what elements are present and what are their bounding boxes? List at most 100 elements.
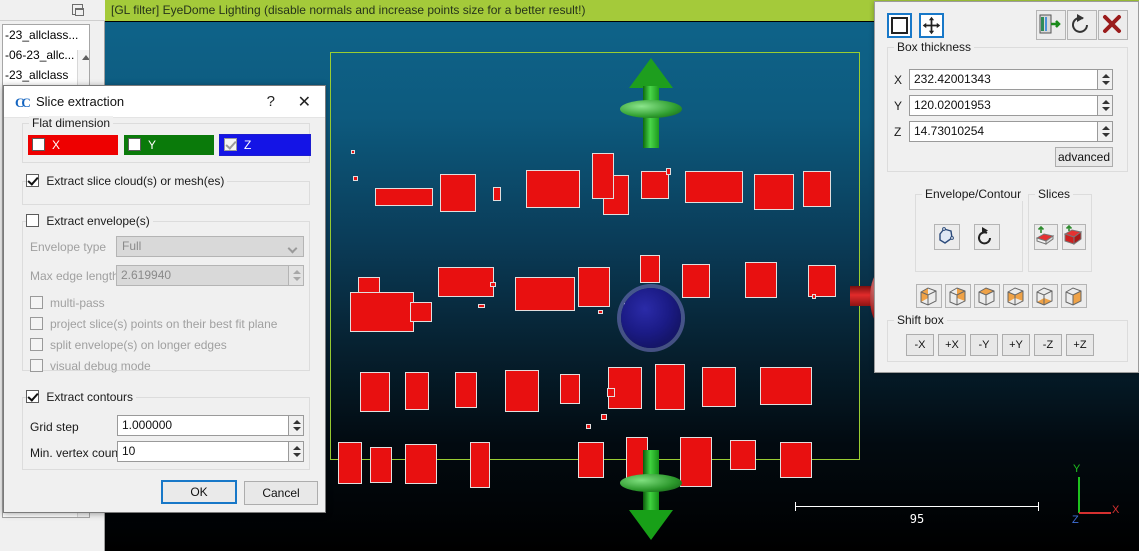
shift-box-button-minus-x[interactable]: -X bbox=[906, 334, 934, 356]
export-multiple-slices-icon[interactable] bbox=[1062, 224, 1086, 250]
shift-box-button-plusminus-y[interactable]: +Y bbox=[1002, 334, 1030, 356]
close-icon[interactable]: ✕ bbox=[298, 92, 311, 111]
stepper-up-icon[interactable] bbox=[293, 446, 301, 450]
extract-envelope-icon[interactable] bbox=[934, 224, 960, 250]
slice-extraction-dialog[interactable]: CC Slice extraction ? ✕ Flat dimension X… bbox=[3, 85, 326, 513]
restore-last-icon[interactable] bbox=[1067, 10, 1097, 40]
split-envelopes-row[interactable]: split envelope(s) on longer edges bbox=[30, 338, 227, 352]
building-footprint bbox=[526, 170, 580, 208]
stepper-up-icon[interactable] bbox=[293, 270, 301, 274]
stepper-up-icon[interactable] bbox=[1102, 100, 1110, 104]
box-thickness-z-label: Z bbox=[894, 125, 902, 139]
cube-face-front-icon[interactable] bbox=[974, 284, 1000, 308]
shift-box-button-plusminus-x[interactable]: +X bbox=[938, 334, 966, 356]
project-slice-points-row[interactable]: project slice(s) points on their best fi… bbox=[30, 317, 277, 331]
visual-debug-mode-checkbox[interactable] bbox=[30, 359, 43, 372]
scroll-up-arrow-icon[interactable] bbox=[82, 55, 89, 60]
building-footprint bbox=[745, 262, 777, 298]
box-thickness-y-input[interactable]: 120.02001953 bbox=[909, 95, 1098, 116]
point-cloud-debris bbox=[601, 414, 607, 420]
grid-step-input[interactable]: 1.000000 bbox=[117, 415, 289, 436]
max-edge-length-input[interactable]: 2.619940 bbox=[116, 265, 289, 286]
building-footprint bbox=[560, 374, 580, 404]
stepper-down-icon[interactable] bbox=[293, 277, 301, 281]
grid-step-label: Grid step bbox=[30, 420, 79, 434]
envelope-type-label: Envelope type bbox=[30, 240, 107, 254]
box-handle-arrow-up[interactable] bbox=[620, 58, 682, 148]
flat-dimension-z-button[interactable]: Z bbox=[219, 134, 311, 156]
min-vertex-count-stepper[interactable] bbox=[289, 441, 304, 462]
shift-box-button-minus-z[interactable]: -Z bbox=[1034, 334, 1062, 356]
extract-envelopes-checkbox[interactable] bbox=[26, 214, 39, 227]
extract-slice-checkbox-row[interactable]: Extract slice cloud(s) or mesh(es) bbox=[26, 174, 228, 188]
export-section-icon[interactable] bbox=[1036, 10, 1066, 40]
stepper-up-icon[interactable] bbox=[293, 420, 301, 424]
split-envelopes-label: split envelope(s) on longer edges bbox=[50, 338, 227, 352]
box-select-icon[interactable] bbox=[887, 13, 912, 38]
extract-slice-checkbox[interactable] bbox=[26, 174, 39, 187]
max-edge-length-stepper[interactable] bbox=[289, 265, 304, 286]
cube-face-bottom-icon[interactable] bbox=[1032, 284, 1058, 308]
dialog-title-bar[interactable]: CC Slice extraction ? ✕ bbox=[4, 86, 325, 118]
box-thickness-y-stepper[interactable] bbox=[1098, 95, 1113, 116]
project-slice-points-checkbox[interactable] bbox=[30, 317, 43, 330]
flat-dimension-x-checkbox[interactable] bbox=[32, 138, 45, 151]
box-thickness-z-stepper[interactable] bbox=[1098, 121, 1113, 142]
advanced-button[interactable]: advanced bbox=[1055, 147, 1113, 167]
stepper-down-icon[interactable] bbox=[293, 453, 301, 457]
cross-section-panel[interactable]: Box thickness X 232.42001343 Y 120.02001… bbox=[874, 1, 1139, 373]
cube-face-left-icon[interactable] bbox=[916, 284, 942, 308]
grid-step-stepper[interactable] bbox=[289, 415, 304, 436]
export-slice-icon[interactable] bbox=[1034, 224, 1058, 250]
box-thickness-z-input[interactable]: 14.73010254 bbox=[909, 121, 1098, 142]
box-thickness-x-input[interactable]: 232.42001343 bbox=[909, 69, 1098, 90]
help-icon[interactable]: ? bbox=[267, 93, 275, 110]
stepper-down-icon[interactable] bbox=[293, 427, 301, 431]
flat-dimension-y-checkbox[interactable] bbox=[128, 138, 141, 151]
stepper-down-icon[interactable] bbox=[1102, 81, 1110, 85]
split-envelopes-checkbox[interactable] bbox=[30, 338, 43, 351]
extract-envelopes-checkbox-row[interactable]: Extract envelope(s) bbox=[26, 214, 153, 228]
shift-box-button-plusminus-z[interactable]: +Z bbox=[1066, 334, 1094, 356]
scale-bar-label: 95 bbox=[909, 512, 925, 526]
stepper-up-icon[interactable] bbox=[1102, 126, 1110, 130]
list-item[interactable]: -23_allclass... bbox=[3, 25, 89, 45]
building-footprint bbox=[685, 171, 743, 203]
stepper-up-icon[interactable] bbox=[1102, 74, 1110, 78]
stepper-down-icon[interactable] bbox=[1102, 133, 1110, 137]
cube-face-top-icon[interactable] bbox=[1003, 284, 1029, 308]
cube-face-right-icon[interactable] bbox=[945, 284, 971, 308]
arrow-down-disc-handle[interactable] bbox=[620, 474, 682, 492]
grid-step-value: 1.000000 bbox=[122, 418, 173, 432]
flat-dimension-y-button[interactable]: Y bbox=[124, 135, 214, 155]
multi-pass-row[interactable]: multi-pass bbox=[30, 296, 105, 310]
visual-debug-mode-row[interactable]: visual debug mode bbox=[30, 359, 151, 373]
extract-contours-checkbox-row[interactable]: Extract contours bbox=[26, 390, 137, 404]
reset-envelope-icon[interactable] bbox=[974, 224, 1000, 250]
cube-face-back-icon[interactable] bbox=[1061, 284, 1087, 308]
arrow-up-head-icon bbox=[629, 58, 673, 88]
box-handle-arrow-down[interactable] bbox=[620, 450, 682, 540]
building-footprint bbox=[702, 367, 736, 407]
point-cloud-debris bbox=[353, 176, 358, 181]
close-tool-icon[interactable] bbox=[1098, 10, 1128, 40]
move-box-icon[interactable] bbox=[919, 13, 944, 38]
extract-contours-checkbox[interactable] bbox=[26, 390, 39, 403]
min-vertex-count-input[interactable]: 10 bbox=[117, 441, 289, 462]
cloudcompare-logo-icon: CC bbox=[15, 95, 31, 110]
envelope-type-select[interactable]: Full bbox=[116, 236, 304, 257]
multi-pass-checkbox[interactable] bbox=[30, 296, 43, 309]
arrow-up-disc-handle[interactable] bbox=[620, 100, 682, 118]
restore-window-icon[interactable] bbox=[72, 4, 84, 16]
rotation-sphere-handle[interactable] bbox=[621, 288, 681, 348]
visual-debug-mode-label: visual debug mode bbox=[50, 359, 151, 373]
box-thickness-x-stepper[interactable] bbox=[1098, 69, 1113, 90]
building-footprint bbox=[405, 372, 429, 410]
point-cloud-debris bbox=[351, 150, 355, 154]
ok-button[interactable]: OK bbox=[161, 480, 237, 504]
flat-dimension-z-checkbox[interactable] bbox=[224, 138, 237, 151]
cancel-button[interactable]: Cancel bbox=[244, 481, 318, 505]
stepper-down-icon[interactable] bbox=[1102, 107, 1110, 111]
shift-box-button-minus-y[interactable]: -Y bbox=[970, 334, 998, 356]
flat-dimension-x-button[interactable]: X bbox=[28, 135, 118, 155]
